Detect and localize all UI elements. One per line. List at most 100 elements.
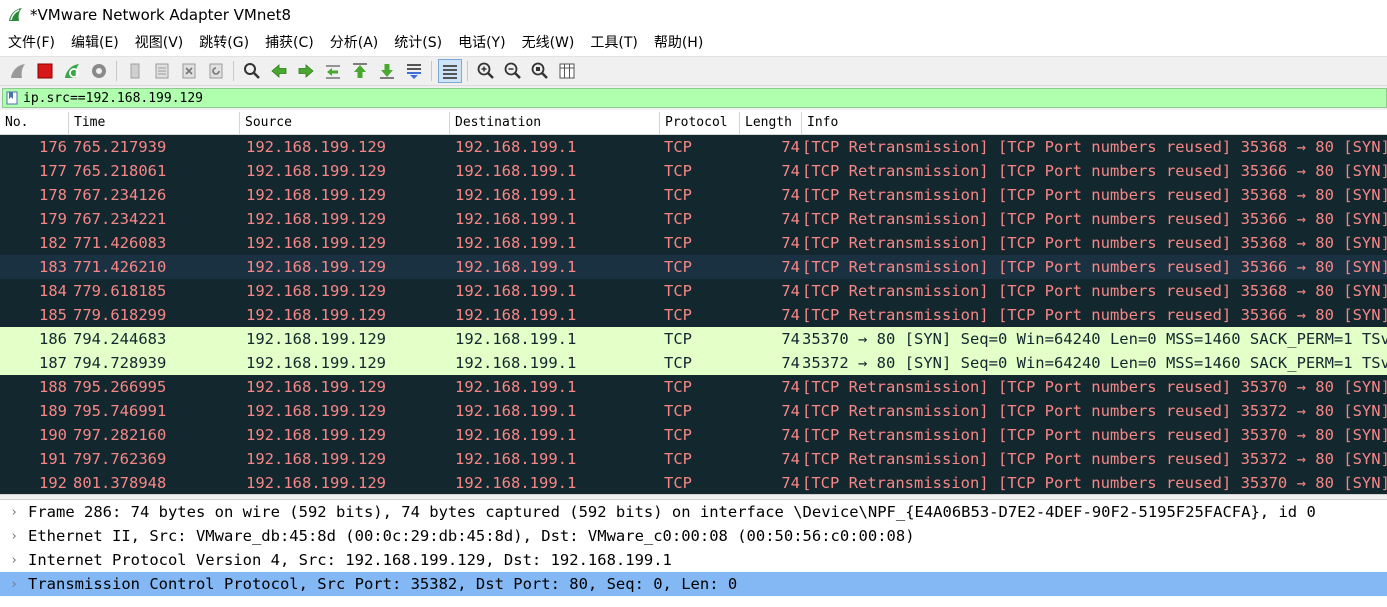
display-filter-box xyxy=(2,88,1387,108)
column-header-time[interactable]: Time xyxy=(69,112,240,135)
packet-list[interactable]: No. Time Source Destination Protocol Len… xyxy=(0,112,1387,494)
toolbar-separator xyxy=(233,61,234,81)
chevron-right-icon[interactable]: › xyxy=(0,548,28,572)
go-last-icon[interactable] xyxy=(375,59,399,83)
menu-edit[interactable]: 编辑(E) xyxy=(63,31,127,55)
open-file-icon[interactable] xyxy=(123,59,147,83)
column-header-length[interactable]: Length xyxy=(740,112,802,135)
packet-length: 74 xyxy=(781,234,800,252)
capture-options-gear-icon[interactable] xyxy=(87,59,111,83)
menu-telephony[interactable]: 电话(Y) xyxy=(450,31,513,55)
packet-row[interactable]: 188 795.266995 192.168.199.129 192.168.199.… xyxy=(0,375,1387,399)
reload-file-icon[interactable] xyxy=(204,59,228,83)
menu-tools[interactable]: 工具(T) xyxy=(582,31,645,55)
packet-protocol: TCP xyxy=(664,210,692,228)
packet-row[interactable]: 192 801.378948 192.168.199.129 192.168.199.… xyxy=(0,471,1387,494)
column-header-info[interactable]: Info xyxy=(802,112,1387,135)
save-file-icon[interactable] xyxy=(150,59,174,83)
packet-source: 192.168.199.129 xyxy=(246,282,386,300)
packet-row[interactable]: 179 767.234221 192.168.199.129 192.168.199.… xyxy=(0,207,1387,231)
menu-go[interactable]: 跳转(G) xyxy=(191,31,257,55)
chevron-right-icon[interactable]: › xyxy=(0,572,28,596)
packet-destination: 192.168.199.1 xyxy=(455,138,577,156)
packet-row[interactable]: 184 779.618185 192.168.199.129 192.168.199.… xyxy=(0,279,1387,303)
toolbar-separator xyxy=(431,61,432,81)
packet-time: 801.378948 xyxy=(73,474,167,492)
menu-statistics[interactable]: 统计(S) xyxy=(386,31,450,55)
packet-source: 192.168.199.129 xyxy=(246,474,386,492)
go-forward-icon[interactable] xyxy=(294,59,318,83)
menu-help[interactable]: 帮助(H) xyxy=(646,31,711,55)
packet-length: 74 xyxy=(781,210,800,228)
chevron-right-icon[interactable]: › xyxy=(0,524,28,548)
packet-source: 192.168.199.129 xyxy=(246,138,386,156)
packet-protocol: TCP xyxy=(664,426,692,444)
packet-source: 192.168.199.129 xyxy=(246,258,386,276)
packet-time: 771.426083 xyxy=(73,234,167,252)
menu-view[interactable]: 视图(V) xyxy=(127,31,192,55)
zoom-in-icon[interactable] xyxy=(474,59,498,83)
column-header-destination[interactable]: Destination xyxy=(450,112,660,135)
packet-no: 186 xyxy=(39,330,67,348)
menu-analyze[interactable]: 分析(A) xyxy=(322,31,387,55)
stop-square-icon[interactable] xyxy=(33,59,57,83)
packet-row[interactable]: 186 794.244683 192.168.199.129 192.168.199.… xyxy=(0,327,1387,351)
packet-row[interactable]: 185 779.618299 192.168.199.129 192.168.199.… xyxy=(0,303,1387,327)
resize-columns-icon[interactable] xyxy=(555,59,579,83)
packet-destination: 192.168.199.1 xyxy=(455,282,577,300)
packet-no: 191 xyxy=(39,450,67,468)
menu-capture[interactable]: 捕获(C) xyxy=(257,31,322,55)
detail-tree-item-label: Frame 286: 74 bytes on wire (592 bits), … xyxy=(28,503,1316,521)
detail-tree-item[interactable]: › Internet Protocol Version 4, Src: 192.1… xyxy=(0,548,1387,572)
column-header-source[interactable]: Source xyxy=(240,112,450,135)
packet-length: 74 xyxy=(781,282,800,300)
colorize-icon[interactable] xyxy=(437,59,462,83)
packet-destination: 192.168.199.1 xyxy=(455,186,577,204)
packet-row[interactable]: 177 765.218061 192.168.199.129 192.168.199.… xyxy=(0,159,1387,183)
detail-tree-item[interactable]: › Frame 286: 74 bytes on wire (592 bits),… xyxy=(0,500,1387,524)
find-packet-icon[interactable] xyxy=(240,59,264,83)
packet-time: 779.618185 xyxy=(73,282,167,300)
packet-row[interactable]: 189 795.746991 192.168.199.129 192.168.199.… xyxy=(0,399,1387,423)
packet-source: 192.168.199.129 xyxy=(246,234,386,252)
packet-row[interactable]: 176 765.217939 192.168.199.129 192.168.199.… xyxy=(0,135,1387,159)
zoom-out-icon[interactable] xyxy=(501,59,525,83)
detail-tree-item[interactable]: › Transmission Control Protocol, Src Port… xyxy=(0,572,1387,596)
packet-time: 765.218061 xyxy=(73,162,167,180)
packet-row[interactable]: 178 767.234126 192.168.199.129 192.168.199.… xyxy=(0,183,1387,207)
go-first-icon[interactable] xyxy=(348,59,372,83)
restart-capture-icon[interactable] xyxy=(60,59,84,83)
packet-destination: 192.168.199.1 xyxy=(455,354,577,372)
packet-row[interactable]: 191 797.762369 192.168.199.129 192.168.199.… xyxy=(0,447,1387,471)
bookmark-icon[interactable] xyxy=(6,90,20,106)
packet-row[interactable]: 182 771.426083 192.168.199.129 192.168.199.… xyxy=(0,231,1387,255)
packet-no: 183 xyxy=(39,258,67,276)
close-file-icon[interactable] xyxy=(177,59,201,83)
shark-fin-start-icon[interactable] xyxy=(6,59,30,83)
packet-info: [TCP Retransmission] [TCP Port numbers r… xyxy=(802,258,1387,276)
packet-info: [TCP Retransmission] [TCP Port numbers r… xyxy=(802,450,1387,468)
zoom-normal-icon[interactable] xyxy=(528,59,552,83)
packet-source: 192.168.199.129 xyxy=(246,426,386,444)
column-header-protocol[interactable]: Protocol xyxy=(660,112,740,135)
menu-wireless[interactable]: 无线(W) xyxy=(514,31,583,55)
packet-row[interactable]: 183 771.426210 192.168.199.129 192.168.199.… xyxy=(0,255,1387,279)
packet-no: 185 xyxy=(39,306,67,324)
packet-protocol: TCP xyxy=(664,138,692,156)
packet-destination: 192.168.199.1 xyxy=(455,450,577,468)
packet-row[interactable]: 187 794.728939 192.168.199.129 192.168.199.… xyxy=(0,351,1387,375)
display-filter-input[interactable] xyxy=(23,89,1323,107)
column-header-no[interactable]: No. xyxy=(0,112,69,135)
go-back-icon[interactable] xyxy=(267,59,291,83)
autoscroll-icon[interactable] xyxy=(402,59,426,83)
go-to-packet-icon[interactable] xyxy=(321,59,345,83)
packet-info: [TCP Retransmission] [TCP Port numbers r… xyxy=(802,474,1387,492)
packet-info: [TCP Retransmission] [TCP Port numbers r… xyxy=(802,210,1387,228)
chevron-right-icon[interactable]: › xyxy=(0,500,28,524)
packet-row[interactable]: 190 797.282160 192.168.199.129 192.168.199.… xyxy=(0,423,1387,447)
detail-tree-item[interactable]: › Ethernet II, Src: VMware_db:45:8d (00:0… xyxy=(0,524,1387,548)
menu-file[interactable]: 文件(F) xyxy=(0,31,63,55)
packet-info: [TCP Retransmission] [TCP Port numbers r… xyxy=(802,378,1387,396)
packet-rows: 176 765.217939 192.168.199.129 192.168.199.… xyxy=(0,135,1387,494)
packet-time: 767.234126 xyxy=(73,186,167,204)
